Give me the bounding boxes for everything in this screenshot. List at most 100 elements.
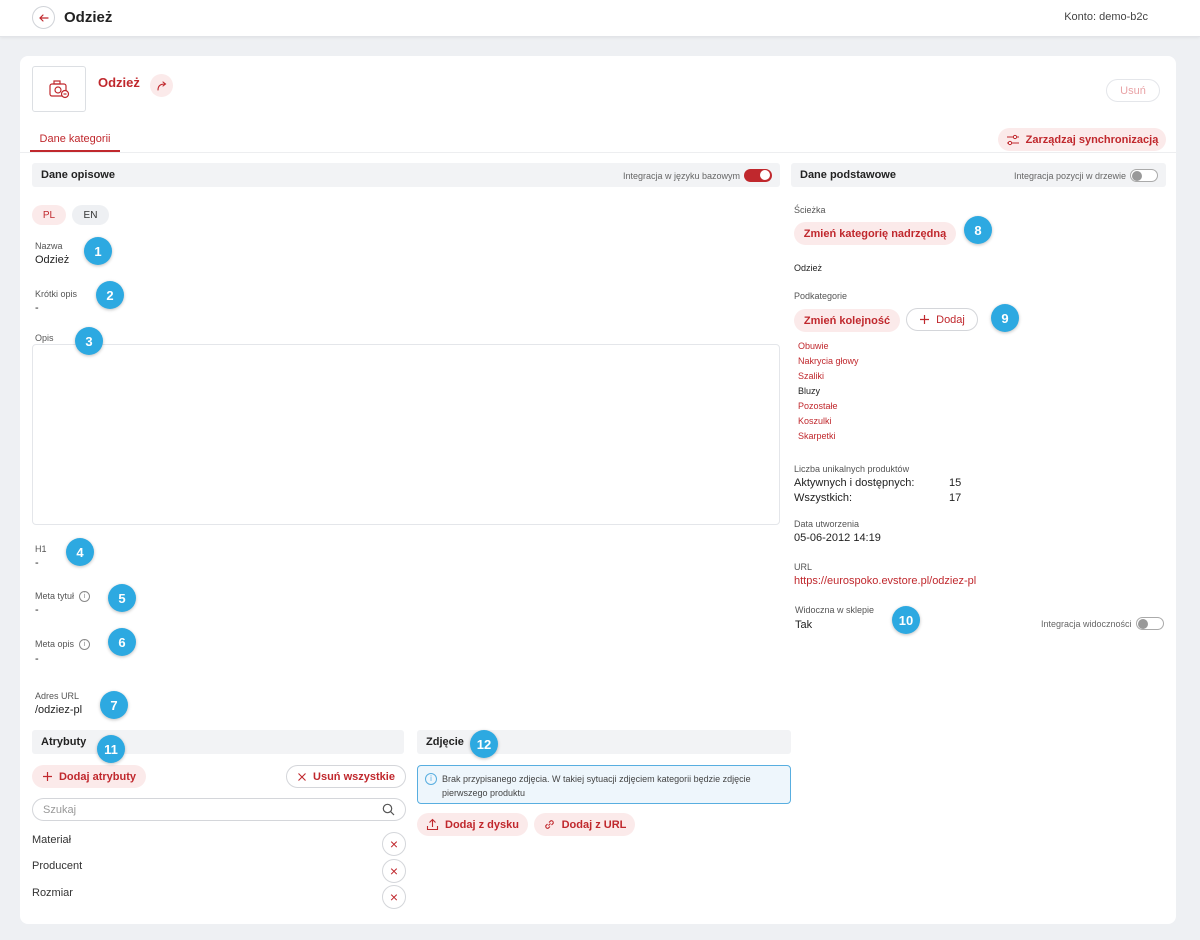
- change-parent-button[interactable]: Zmień kategorię nadrzędną: [794, 222, 956, 245]
- delete-button[interactable]: Usuń: [1106, 79, 1160, 102]
- category-thumbnail[interactable]: [32, 66, 86, 112]
- remove-attribute-button[interactable]: ×: [382, 832, 406, 856]
- subcategory-link[interactable]: Nakrycia głowy: [798, 356, 859, 366]
- account-label: Konto: demo-b2c: [1064, 11, 1148, 23]
- annotation-badge: 3: [75, 327, 103, 355]
- add-attributes-label: Dodaj atrybuty: [58, 770, 136, 783]
- info-icon[interactable]: i: [79, 639, 91, 651]
- redirect-arrow-icon: [156, 80, 166, 91]
- subcategory-item: Bluzy: [798, 386, 821, 396]
- category-card: Odzież Usuń Dane kategorii Zarządzaj syn…: [20, 56, 1176, 924]
- short-desc-value[interactable]: -: [35, 302, 39, 314]
- lang-tab-pl[interactable]: PL: [32, 205, 66, 225]
- close-icon: [298, 772, 306, 781]
- desc-editor[interactable]: [32, 344, 780, 525]
- name-value[interactable]: Odzież: [35, 254, 69, 266]
- meta-title-label-text: Meta tytuł: [35, 591, 75, 601]
- base-language-integration: Integracja w języku bazowym: [623, 169, 772, 182]
- subcategory-link[interactable]: Pozostałe: [798, 401, 838, 411]
- info-icon[interactable]: i: [79, 591, 91, 603]
- tab-divider: [20, 152, 1176, 153]
- desc-label: Opis: [35, 333, 54, 343]
- attribute-search-input[interactable]: Szukaj: [32, 798, 406, 821]
- path-value: Odzież: [794, 263, 823, 273]
- search-icon[interactable]: [382, 803, 395, 816]
- remove-all-button[interactable]: Usuń wszystkie: [286, 765, 406, 788]
- attributes-section-header: Atrybuty: [32, 730, 404, 754]
- visibility-integration-toggle[interactable]: [1135, 617, 1164, 630]
- add-from-url-button[interactable]: Dodaj z URL: [534, 813, 635, 836]
- all-products-value: 17: [949, 492, 962, 504]
- link-icon: [544, 820, 554, 829]
- annotation-badge: 6: [108, 628, 136, 656]
- sliders-icon: [1006, 134, 1019, 145]
- h1-value[interactable]: -: [35, 557, 39, 569]
- basic-section-header: Dane podstawowe Integracja pozycji w drz…: [791, 163, 1166, 187]
- store-url-link[interactable]: https://eurospoko.evstore.pl/odziez-pl: [794, 575, 976, 587]
- back-button[interactable]: [32, 6, 55, 29]
- url-path-value[interactable]: /odziez-pl: [35, 704, 82, 716]
- search-placeholder: Szukaj: [43, 803, 77, 816]
- toggle-knob: [1132, 171, 1142, 181]
- top-bar: Odzież Konto: demo-b2c: [0, 0, 1200, 37]
- close-icon: ×: [389, 863, 399, 879]
- basic-section-title: Dane podstawowe: [800, 169, 896, 181]
- subcategory-link[interactable]: Skarpetki: [798, 431, 836, 441]
- meta-desc-label-text: Meta opis: [35, 639, 75, 649]
- toggle-knob: [760, 170, 770, 180]
- add-subcategory-button[interactable]: Dodaj: [906, 308, 978, 331]
- change-order-button[interactable]: Zmień kolejność: [794, 309, 900, 332]
- active-products-label: Aktywnych i dostępnych:: [794, 477, 915, 489]
- camera-icon: [49, 80, 70, 99]
- remove-attribute-button[interactable]: ×: [382, 859, 406, 883]
- attributes-section-title: Atrybuty: [41, 736, 87, 748]
- tab-category-data[interactable]: Dane kategorii: [30, 129, 120, 152]
- h1-label: H1: [35, 544, 47, 554]
- category-title: Odzież: [98, 75, 140, 90]
- manage-sync-button[interactable]: Zarządzaj synchronizacją: [998, 128, 1166, 151]
- remove-attribute-button[interactable]: ×: [382, 885, 406, 909]
- unique-products-label: Liczba unikalnych produktów: [794, 464, 910, 474]
- descriptive-section-header: Dane opisowe Integracja w języku bazowym: [32, 163, 780, 187]
- visible-value: Tak: [795, 619, 813, 631]
- photo-section-title: Zdjęcie: [426, 736, 464, 748]
- lang-tab-en[interactable]: EN: [72, 205, 109, 225]
- visibility-integration: Integracja widoczności: [1041, 617, 1164, 630]
- tree-position-integration-label: Integracja pozycji w drzewie: [1013, 170, 1126, 181]
- annotation-badge: 5: [108, 584, 136, 612]
- base-language-integration-toggle[interactable]: [744, 169, 772, 182]
- add-from-url-label: Dodaj z URL: [561, 818, 627, 831]
- subcategories-label: Podkategorie: [794, 291, 848, 301]
- close-icon: ×: [389, 836, 399, 852]
- meta-desc-value[interactable]: -: [35, 653, 39, 665]
- tree-position-integration: Integracja pozycji w drzewie: [1014, 169, 1158, 182]
- tree-position-integration-toggle[interactable]: [1130, 169, 1158, 182]
- annotation-badge: 10: [892, 606, 920, 634]
- created-date-label: Data utworzenia: [794, 519, 860, 529]
- created-date-value: 05-06-2012 14:19: [794, 532, 881, 544]
- meta-desc-label: Meta opis i: [35, 639, 91, 651]
- name-label: Nazwa: [35, 241, 63, 251]
- path-label: Ścieżka: [794, 205, 826, 215]
- base-language-integration-label: Integracja w języku bazowym: [622, 170, 740, 181]
- add-attributes-button[interactable]: Dodaj atrybuty: [32, 765, 146, 788]
- subcategory-link[interactable]: Obuwie: [798, 341, 829, 351]
- active-products-value: 15: [949, 477, 962, 489]
- toggle-knob: [1137, 619, 1148, 629]
- subcategory-link[interactable]: Szaliki: [798, 371, 824, 381]
- upload-from-disk-button[interactable]: Dodaj z dysku: [417, 813, 528, 836]
- url-path-label: Adres URL: [35, 691, 80, 701]
- subcategory-link[interactable]: Koszulki: [798, 416, 832, 426]
- meta-title-value[interactable]: -: [35, 604, 39, 616]
- plus-icon: [920, 315, 930, 324]
- meta-title-label: Meta tytuł i: [35, 591, 91, 603]
- upload-icon: [426, 818, 439, 831]
- annotation-badge: 9: [991, 304, 1019, 332]
- share-button[interactable]: [150, 74, 173, 97]
- annotation-badge: 1: [84, 237, 112, 265]
- annotation-badge: 11: [97, 735, 125, 763]
- annotation-badge: 8: [964, 216, 992, 244]
- all-products-label: Wszystkich:: [794, 492, 853, 504]
- visibility-integration-label: Integracja widoczności: [1041, 618, 1132, 629]
- short-desc-label: Krótki opis: [35, 289, 78, 299]
